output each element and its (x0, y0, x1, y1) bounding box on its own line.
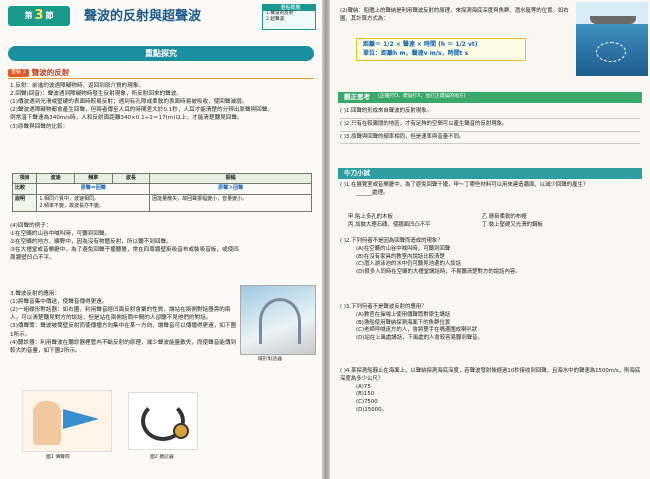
text-line: (3)原聲與回聲的比較： (10, 123, 69, 130)
text-line: (2)一組碟形對話器：如右圖，利用聲音經凹面反射會聚的性質，讓站在兩側對話器旁的… (10, 307, 231, 322)
text-line: (1)將聲音集中傳送，使聲音傳得更遠。 (10, 299, 108, 306)
stethoscope-illustration (128, 392, 198, 450)
option: (A)在空曠的山谷中喊叫時，可聽到回聲 (356, 245, 451, 252)
comparison-table: 項目 波速 頻率 波長 振幅 比較 原聲＝回聲 原聲＞回聲 說明 1.相同介質中… (11, 172, 312, 212)
tf-item: ( )1.回聲的形成來自聲波的反射現象。 (340, 106, 640, 119)
ship-icon (590, 16, 636, 24)
formula-line-2: 單位：距離h m，聲速v m/s，時間t s (363, 49, 469, 57)
sonar-ship-illustration (576, 2, 648, 76)
body-text-block-3: 3.聲波反射的應用： (1)將聲音集中傳送，使聲音傳得更遠。 (2)一組碟形對話… (10, 290, 238, 355)
table-header: 波長 (111, 172, 151, 185)
option: (B)150 (356, 391, 375, 398)
text-line: (1)傳波遇到光滑或堅硬的表面時較易反射；遇到有孔隙或柔軟的表面時易被吸收，使回… (10, 99, 248, 106)
subsection-title: 聲波的反射 (31, 67, 70, 77)
question-stem: ( )2.下列何者不是因為回聲而造成的現象？ (340, 238, 443, 244)
option: 丙.加裝大理石磚，使牆面凹凸不平 (348, 221, 431, 228)
dome-caption: 碟形對話器 (258, 357, 282, 362)
person-figure (33, 401, 61, 445)
dish-talker-photo (240, 285, 316, 355)
question-stem: ( )3.下列何者不是聲波反射的應用？ (340, 304, 427, 310)
section-suffix: 節 (45, 11, 54, 21)
table-cell: 原聲＝回聲 (36, 183, 151, 195)
table-cell: 比較 (11, 183, 38, 195)
key-box-item: 2.超聲波 (266, 16, 285, 22)
subsection-header: 重點 1 聲波的反射 (8, 68, 314, 79)
quiz-1-banner: 觀正思考 (正確打O，錯誤打X，並訂正錯誤的地方) (338, 92, 642, 103)
question-1: ( )1.在展覽室或音樂廳中，為了避免回聲干擾，甲～丁哪些材料可以用來建造牆面，… (340, 182, 642, 198)
book-gutter (322, 0, 330, 479)
sonar-intro: (2)聲納：船艦上的聲納是利用聲波反射的原理，來探測海底深度與魚群、潛水艇等的位… (340, 8, 569, 22)
table-header: 振幅 (149, 172, 312, 185)
quiz-1-items: ( )1.回聲的形成來自聲波的反射現象。 ( )2.只有在較廣闊的地區，才有足夠… (340, 106, 640, 145)
option: (C)7500 (356, 399, 378, 406)
chapter-title: 聲波的反射與超聲波 (84, 9, 202, 24)
quiz-2-banner: 牛刀小試 (338, 168, 642, 179)
question-4: ( )4.某探測船靜止在海面上，以聲納探測海底深度，若聲波發射後經過10秒接收到… (340, 368, 642, 415)
option: 甲.貼上多孔的木板 (348, 214, 393, 220)
question-1-options: 甲.貼上多孔的木板 乙.懸掛柔軟的布幔 丙.加裝大理石磚，使牆面凹凸不平 丁.裝… (348, 214, 618, 230)
table-cell: 說明 (11, 193, 38, 212)
text-line: (3)傳聲筒：聲波被筒壁反射而使傳播方向集中在某一方向，讓聲音可以傳播得更遠，如… (10, 323, 237, 338)
text-line: (4)聽診器：利用聲波在聽診器裡管內不斷反射的原理，減少聲波能量散失，而使聲音能… (10, 339, 237, 354)
text-line: ①在空曠的山谷中喊叫時，可聽到回聲。 (10, 231, 111, 238)
table-header: 波速 (36, 172, 75, 185)
quiz-1-title: 觀正思考 (344, 92, 370, 101)
option: (D)很多人同時在空曠的大禮堂講話時，不易聽清楚對方的說話內容。 (356, 269, 521, 276)
table-cell: 原聲＞回聲 (149, 183, 312, 195)
question-stem: ( )4.某探測船靜止在海面上，以聲納探測海底深度，若聲波發射後經過10秒接收到… (340, 368, 641, 382)
text-line: 2.回聲(回音)：聲波遇到障礙物時發生反射現象，所反射回來的聲波。 (10, 91, 182, 98)
section-label: 第 (24, 11, 33, 21)
stethoscope-chestpiece-icon (173, 423, 189, 439)
figure-1-caption: 圖1 傳聲筒 (46, 455, 70, 460)
text-line: 1.反射：前進的波遇障礙物時，返回到原介質的現象。 (10, 83, 144, 89)
table-header: 頻率 (73, 172, 113, 185)
text-line: 3.聲波反射的應用： (10, 291, 61, 297)
quiz-2-title: 牛刀小試 (344, 168, 370, 177)
option: (A)教官在操場上使用傳聲筒對學生講話 (356, 311, 451, 318)
option: (D)站在上風處講話，下風處的人會較容易聽到聲音。 (356, 335, 483, 342)
megaphone-illustration (22, 390, 112, 452)
text-line: ②在空曠的地方、曠野中，因為沒有物體反射，所以聽不到回聲。 (10, 239, 172, 246)
right-page: (2)聲納：船艦上的聲納是利用聲波反射的原理，來探測海底深度與魚群、潛水艇等的位… (330, 0, 650, 479)
tf-item: ( )2.只有在較廣闊的地區，才有足夠的空間可以產生聲音的反射現象。 (340, 119, 640, 132)
body-text-block-1: 1.反射：前進的波遇障礙物時，返回到原介質的現象。 2.回聲(回音)：聲波遇到障… (10, 82, 312, 131)
megaphone-icon (63, 409, 99, 429)
body-text-block-2: (4)回聲的例子： ①在空曠的山谷中喊叫時，可聽到回聲。 ②在空曠的地方、曠野中… (10, 222, 240, 263)
key-overview-box: 重點概覽 1.聲波的反射 2.超聲波 (262, 4, 316, 30)
option: 丁.裝上堅硬又光滑的鋼板 (481, 221, 543, 228)
text-line: ③在大禮堂或音樂廳中，為了避免回聲干擾聽覺，常在四周牆壁掛吸音布或裝吸音板，或使… (10, 247, 239, 262)
text-line: (2)聲波遇障礙物都會產生回聲，但兩者傳至人耳的時間差大於0.1秒，人耳才能清楚… (10, 107, 273, 114)
section-banner: 重點探究 (8, 46, 314, 61)
blank-answer: ______處理。 (356, 189, 389, 196)
table-cell: 因能量散失，故回聲振幅變小，音量變小。 (149, 193, 312, 212)
table-header: 項目 (11, 172, 38, 185)
formula-line-1: 距離＝ 1/2 × 聲速 × 時間 (h ＝ 1/2 vt) (363, 41, 478, 48)
table-row: 比較 原聲＝回聲 原聲＞回聲 (11, 183, 312, 195)
table-row: 說明 1.相同介質中，波速相同。 2.頻率不變，故波長亦不變。 因能量散失，故回… (11, 193, 312, 212)
tf-item: ( )3.原聲與回聲的頻率相同，但是速率與音量不同。 (340, 132, 640, 145)
option: (D)15000。 (356, 407, 387, 414)
section-number: 3 (34, 7, 44, 23)
question-3: ( )3.下列何者不是聲波反射的應用？ (A)教官在操場上使用傳聲筒對學生講話 … (340, 304, 642, 343)
option: 乙.懸掛柔軟的布幔 (481, 214, 527, 220)
table-header-row: 項目 波速 頻率 波長 振幅 (11, 172, 312, 185)
sonar-wave-shape (596, 42, 626, 62)
question-stem: ( )1.在展覽室或音樂廳中，為了避免回聲干擾，甲～丁哪些材料可以用來建造牆面，… (340, 182, 589, 188)
left-page: 第 3 節 聲波的反射與超聲波 重點概覽 1.聲波的反射 2.超聲波 重點探究 … (0, 0, 322, 479)
question-2: ( )2.下列何者不是因為回聲而造成的現象？ (A)在空曠的山谷中喊叫時，可聽到… (340, 238, 642, 277)
dish-arch-shape (259, 298, 301, 344)
subsection-tag: 重點 1 (8, 69, 29, 77)
figure-2-caption: 圖2 聽診器 (150, 455, 174, 460)
text-line: 例常溫下聲速為340m/s時，人和反射面距離340×0.1÷2＝17(m)以上，… (10, 115, 243, 122)
text-line: (4)回聲的例子： (10, 223, 52, 229)
option: (A)75 (356, 383, 371, 390)
section-badge: 第 3 節 (8, 6, 70, 26)
quiz-1-subtitle: (正確打O，錯誤打X，並訂正錯誤的地方) (378, 94, 466, 100)
formula-box: 距離＝ 1/2 × 聲速 × 時間 (h ＝ 1/2 vt) 單位：距離h m，… (356, 38, 526, 62)
table-cell: 1.相同介質中，波速相同。 2.頻率不變，故波長亦不變。 (36, 193, 151, 212)
